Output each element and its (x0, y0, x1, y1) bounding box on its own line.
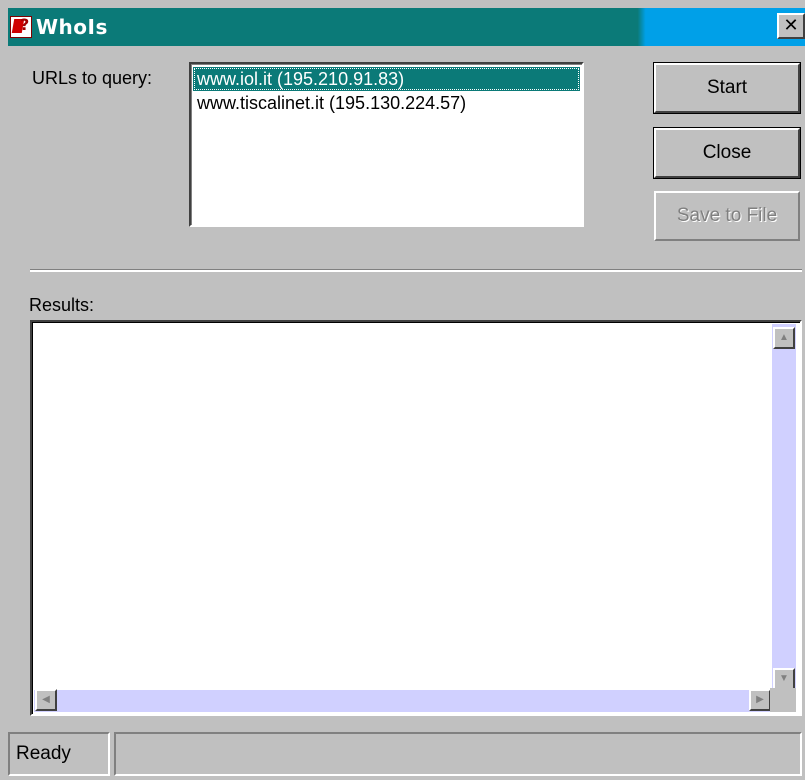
window-title: WhoIs (36, 15, 108, 39)
url-list-item[interactable]: www.iol.it (195.210.91.83) (193, 67, 580, 91)
url-list[interactable]: www.iol.it (195.210.91.83) www.tiscaline… (189, 62, 584, 227)
vertical-scrollbar[interactable] (772, 324, 796, 692)
whois-app-icon (10, 15, 32, 38)
whois-window: WhoIs ✕ URLs to query: www.iol.it (195.2… (0, 0, 805, 780)
save-to-file-button[interactable]: Save to File (654, 191, 800, 241)
title-bar[interactable]: WhoIs ✕ (8, 8, 805, 46)
results-label: Results: (29, 295, 95, 315)
status-text: Ready (8, 732, 110, 776)
scrollbar-corner (770, 688, 796, 712)
scroll-down-button[interactable]: ▼ (773, 668, 795, 690)
scroll-up-button[interactable]: ▲ (773, 327, 795, 349)
arrow-right-icon: ▶ (756, 694, 764, 705)
urls-label: URLs to query: (32, 68, 153, 88)
horizontal-scrollbar[interactable] (34, 690, 774, 712)
url-list-item[interactable]: www.tiscalinet.it (195.130.224.57) (191, 91, 582, 115)
results-text-area[interactable]: ▲ ▼ ◀ ▶ (30, 320, 802, 716)
arrow-down-icon: ▼ (779, 673, 789, 684)
arrow-left-icon: ◀ (42, 694, 50, 705)
arrow-up-icon: ▲ (779, 332, 789, 343)
close-button[interactable]: Close (653, 127, 801, 179)
scroll-right-button[interactable]: ▶ (749, 689, 771, 711)
close-window-button[interactable]: ✕ (777, 13, 805, 39)
status-message-panel (114, 732, 802, 776)
scroll-left-button[interactable]: ◀ (35, 689, 57, 711)
start-button[interactable]: Start (653, 62, 801, 114)
close-icon: ✕ (783, 15, 799, 36)
separator (30, 269, 802, 272)
